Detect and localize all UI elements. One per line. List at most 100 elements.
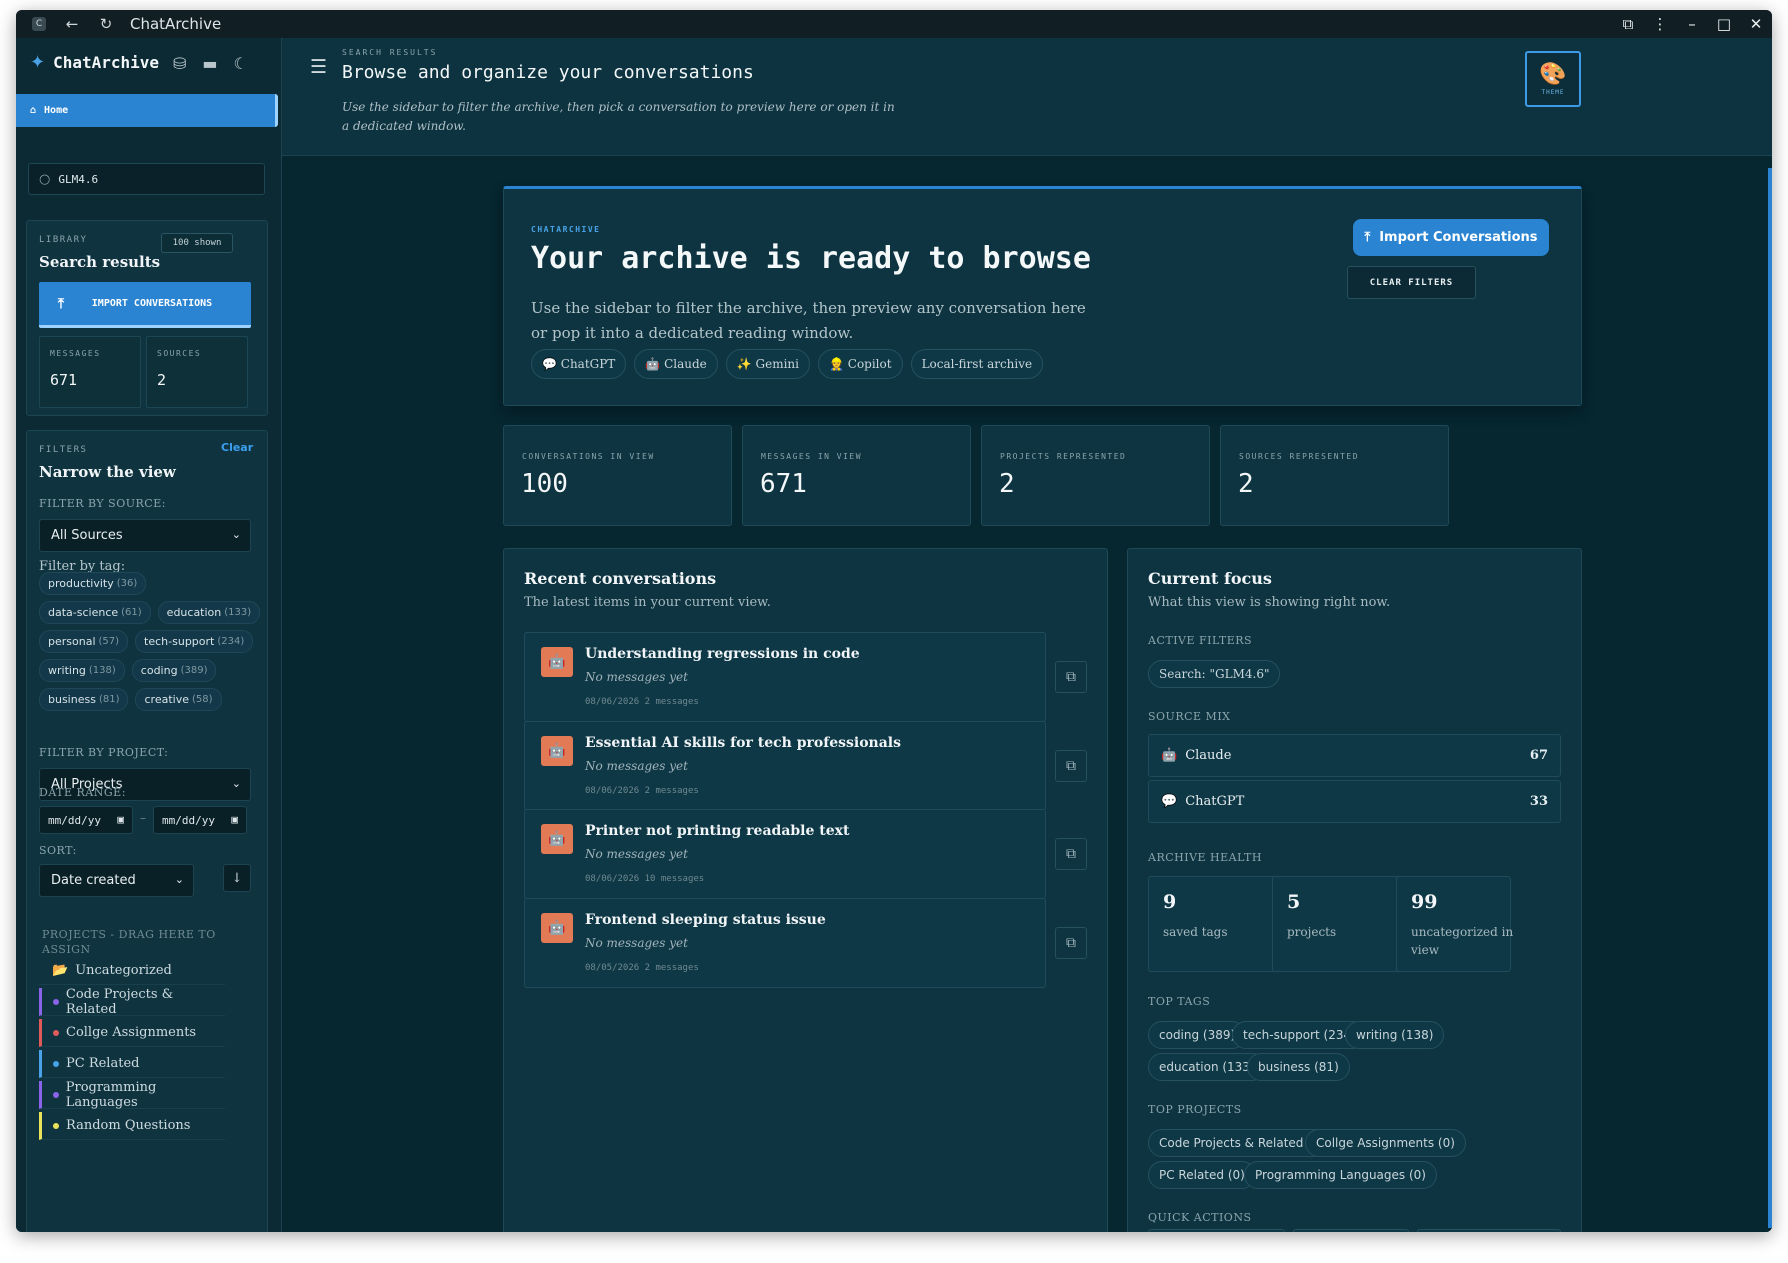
header-kicker: Search results — [342, 48, 438, 57]
tag-filter-chip[interactable]: writing (138) — [39, 659, 125, 682]
top-tag-pill[interactable]: business (81) — [1247, 1053, 1350, 1081]
hero-import-button[interactable]: ⤒ Import Conversations — [1353, 219, 1549, 256]
scrollbar[interactable] — [1768, 168, 1772, 1228]
tag-filter-chip[interactable]: business (81) — [39, 688, 129, 711]
project-name: Code Projects & Related — [65, 986, 174, 1017]
open-external-icon[interactable]: ⧉ — [1055, 927, 1087, 959]
clear-filters-link[interactable]: Clear — [221, 441, 253, 454]
tag-name: writing — [48, 664, 86, 677]
moon-icon[interactable]: ☾ — [234, 54, 248, 73]
tag-filter-chip[interactable]: creative (58) — [135, 688, 222, 711]
quick-action-button[interactable] — [1293, 1229, 1409, 1232]
source-chip[interactable]: Local-first archive — [910, 349, 1044, 379]
conversation-item[interactable]: 🤖 Essential AI skills for tech profession… — [524, 721, 1046, 811]
stat-card: Sources represented 2 — [1220, 425, 1449, 526]
conversation-item[interactable]: 🤖 Printer not printing readable text No me… — [524, 809, 1046, 899]
health-card: 99 uncategorized in view — [1396, 876, 1513, 972]
open-external-icon[interactable]: ⧉ — [1055, 750, 1087, 782]
source-count: 33 — [1529, 794, 1548, 809]
project-item[interactable]: Collge Assignments — [39, 1019, 225, 1047]
calendar-icon: ▣ — [117, 813, 124, 826]
conversation-meta: 08/05/2026 2 messages — [585, 963, 699, 973]
source-select[interactable]: All Sources ⌄ — [39, 519, 251, 552]
tag-count: (81) — [98, 694, 120, 705]
tag-name: coding — [140, 664, 178, 677]
tag-filter-chip[interactable]: productivity (36) — [39, 572, 147, 595]
sparkle-logo-icon: ✦ — [30, 52, 46, 73]
tag-filter-chip[interactable]: education (133) — [157, 601, 261, 624]
source-mix-row[interactable]: 💬 ChatGPT 33 — [1148, 780, 1561, 823]
conversation-item[interactable]: 🤖 Understanding regressions in code No mes… — [524, 632, 1046, 722]
project-color-dot — [53, 1122, 59, 1129]
date-to-input[interactable]: mm/dd/yy ▣ — [153, 806, 247, 834]
sort-select[interactable]: Date created ⌄ — [39, 864, 194, 897]
source-chip[interactable]: 💬 ChatGPT — [531, 349, 627, 379]
tag-filter-chip[interactable]: coding (389) — [131, 659, 217, 682]
active-filter-pill[interactable]: Search: "GLM4.6" — [1148, 660, 1281, 688]
conversation-meta: 08/06/2026 2 messages — [585, 697, 699, 707]
source-mix-row[interactable]: 🤖 Claude 67 — [1148, 734, 1561, 777]
messages-stat-label: Messages — [50, 349, 101, 358]
brand[interactable]: ✦ ChatArchive — [30, 52, 159, 73]
sort-direction-button[interactable]: ↓ — [223, 864, 251, 892]
back-arrow-icon[interactable]: ← — [64, 15, 80, 33]
conversation-item[interactable]: 🤖 Frontend sleeping status issue No messag… — [524, 898, 1046, 988]
scrollbar-thumb[interactable] — [1768, 168, 1772, 1228]
health-label: projects — [1287, 925, 1337, 939]
database-icon[interactable]: ⛁ — [173, 54, 186, 73]
open-external-icon[interactable]: ⧉ — [1055, 838, 1087, 870]
robot-avatar-icon: 🤖 — [541, 824, 573, 854]
top-tag-pill[interactable]: writing (138) — [1345, 1021, 1445, 1049]
hero-clear-filters-button[interactable]: CLEAR FILTERS — [1347, 266, 1476, 299]
nav-home[interactable]: ⌂ Home — [16, 94, 278, 127]
tag-count: (234) — [217, 636, 245, 647]
extensions-icon[interactable]: ⧉ — [1612, 15, 1644, 33]
quick-action-button[interactable] — [1417, 1229, 1561, 1232]
calendar-icon: ▣ — [231, 813, 238, 826]
hero-subtitle: Use the sidebar to filter the archive, t… — [531, 299, 1086, 342]
minimize-button[interactable]: – — [1676, 15, 1708, 33]
tag-count: (61) — [121, 607, 142, 618]
health-value: 5 — [1287, 891, 1301, 913]
tag-count: (57) — [98, 636, 120, 647]
project-item[interactable]: Random Questions — [39, 1112, 225, 1140]
quick-action-button[interactable] — [1148, 1229, 1285, 1232]
maximize-button[interactable]: □ — [1708, 15, 1740, 33]
tag-filter-chip[interactable]: personal (57) — [39, 630, 129, 653]
conversation-meta: 08/06/2026 2 messages — [585, 786, 699, 796]
app-window: C ← ↻ ChatArchive ⧉ ⋮ – □ ✕ ✦ ChatArchiv… — [16, 10, 1772, 1232]
more-menu-icon[interactable]: ⋮ — [1644, 15, 1676, 33]
library-kicker: Library — [39, 235, 88, 245]
robot-avatar-icon: 🤖 — [541, 736, 573, 766]
project-item[interactable]: 📂 Uncategorized — [39, 957, 225, 985]
project-item[interactable]: Code Projects & Related — [39, 986, 225, 1017]
conversation-title: Frontend sleeping status issue — [585, 912, 826, 928]
search-box[interactable]: ○ — [28, 163, 265, 195]
top-project-pill[interactable]: Programming Languages (0) — [1244, 1161, 1437, 1189]
tag-filter-chip[interactable]: data-science (61) — [39, 601, 151, 624]
shown-count-badge: 100 shown — [161, 233, 233, 253]
brand-name: ChatArchive — [53, 53, 160, 72]
source-chip[interactable]: 👷 Copilot — [818, 349, 903, 379]
health-label: saved tags — [1163, 925, 1228, 939]
date-from-input[interactable]: mm/dd/yy ▣ — [39, 806, 133, 834]
top-project-pill[interactable]: PC Related (0) — [1148, 1161, 1256, 1189]
project-item[interactable]: PC Related — [39, 1050, 225, 1078]
project-color-dot — [53, 1029, 59, 1036]
reload-icon[interactable]: ↻ — [98, 15, 114, 33]
search-input[interactable] — [58, 172, 239, 186]
menu-icon[interactable]: ☰ — [310, 56, 327, 78]
import-conversations-button[interactable]: ⤒ IMPORT CONVERSATIONS — [39, 282, 251, 328]
page-header: ☰ Search results Browse and organize you… — [282, 38, 1772, 156]
minus-icon[interactable]: ▬ — [202, 54, 217, 73]
theme-button[interactable]: 🎨 THEME — [1525, 51, 1581, 107]
source-chip[interactable]: ✨ Gemini — [725, 349, 810, 379]
project-item[interactable]: Programming Languages — [39, 1080, 225, 1110]
open-external-icon[interactable]: ⧉ — [1055, 661, 1087, 693]
source-chip[interactable]: 🤖 Claude — [634, 349, 718, 379]
hero-kicker: ChatArchive — [531, 225, 601, 234]
close-button[interactable]: ✕ — [1740, 15, 1772, 33]
tag-filter-chip[interactable]: tech-support (234) — [135, 630, 254, 653]
project-name: PC Related — [66, 1056, 140, 1071]
top-project-pill[interactable]: Collge Assignments (0) — [1305, 1129, 1466, 1157]
